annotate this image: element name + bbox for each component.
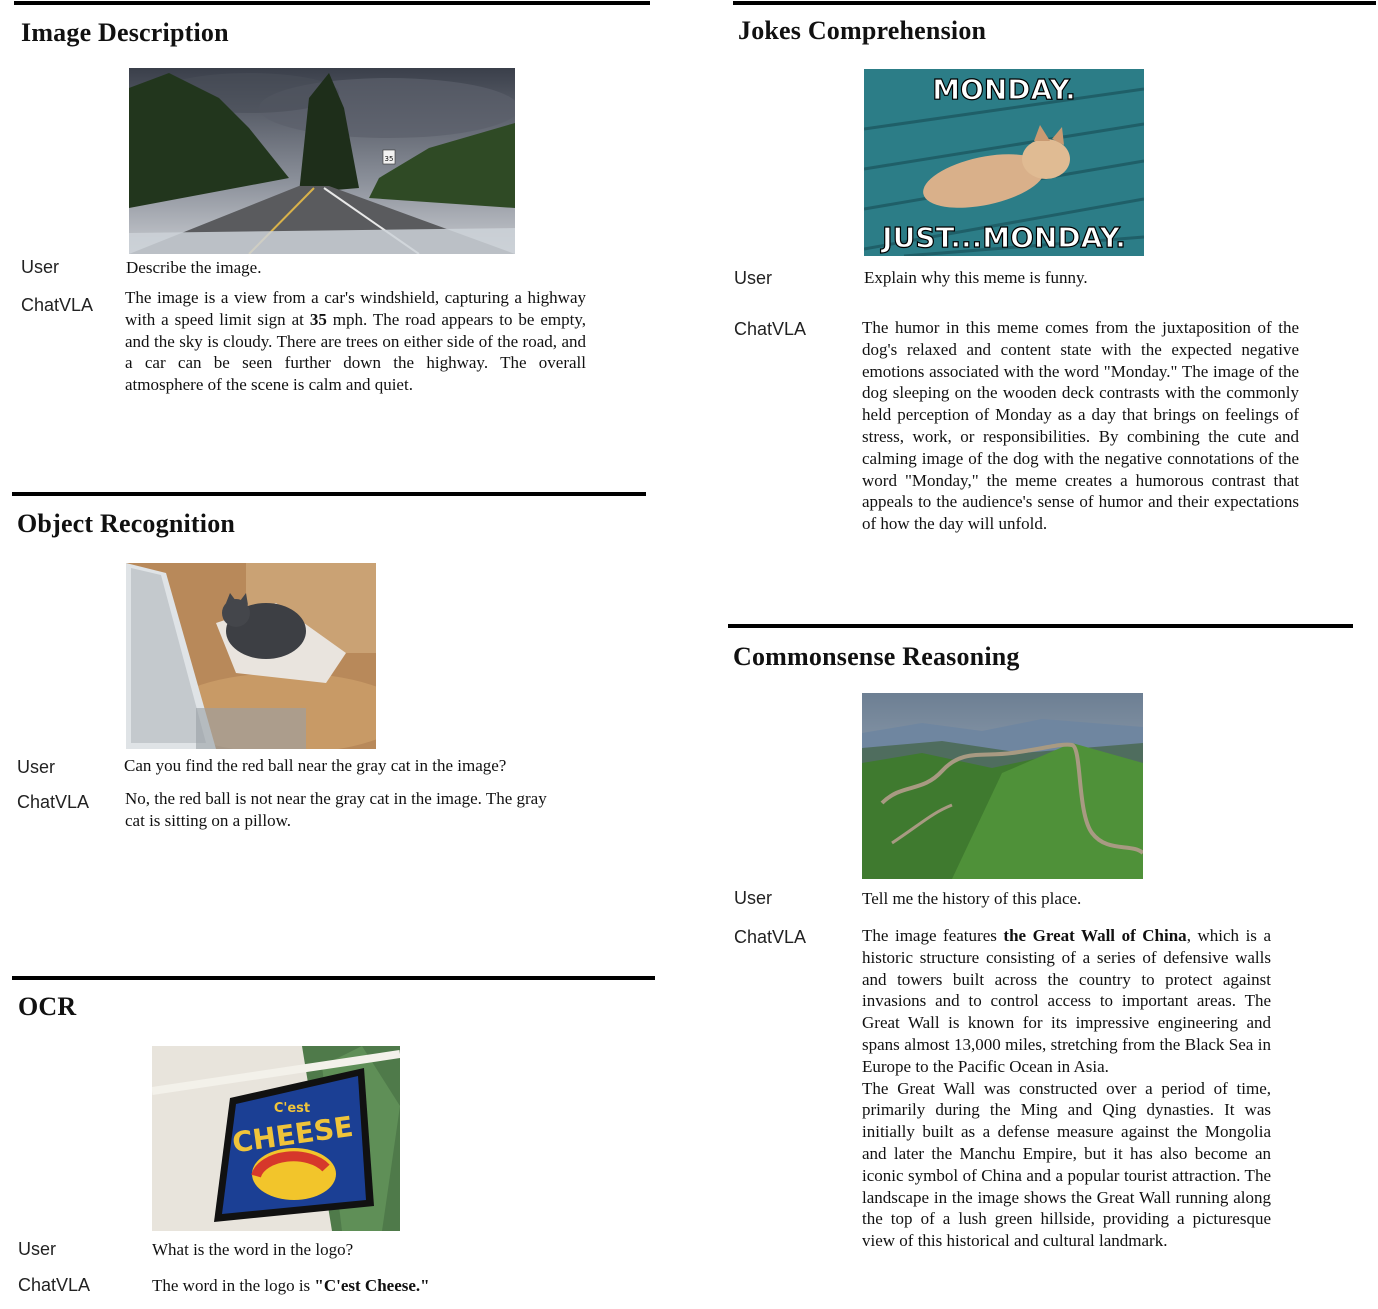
user-prompt-image-description: Describe the image. [126,258,262,277]
model-label-object-recognition: ChatVLA [17,792,90,812]
model-label-commonsense: ChatVLA [734,927,807,947]
section-rule-ocr [12,976,655,980]
monday-meme-image: MONDAY. JUST...MONDAY. [864,69,1144,256]
speed-sign-text: 35 [385,155,394,163]
user-label-object-recognition: User [17,757,56,777]
model-label-jokes: ChatVLA [734,319,807,339]
model-label-ocr: ChatVLA [18,1275,91,1295]
user-label-image-description: User [21,257,60,277]
section-title-image-description: Image Description [21,18,229,47]
user-label-commonsense: User [734,888,773,908]
user-label-ocr: User [18,1239,57,1259]
answer-paragraph-2: The Great Wall was constructed over a pe… [862,1078,1271,1251]
logo-line-1: C'est [274,1101,310,1116]
user-prompt-ocr: What is the word in the logo? [152,1240,354,1259]
answer-ocr: The word in the logo is "C'est Cheese." [152,1276,430,1295]
user-prompt-commonsense: Tell me the history of this place. [862,889,1082,908]
cheese-sign-photo: C'est CHEESE [152,1046,400,1231]
great-wall-photo [862,693,1143,879]
answer-image-description: The image is a view from a car's windshi… [125,288,587,395]
meme-top-text: MONDAY. [932,73,1076,106]
section-title-object-recognition: Object Recognition [17,509,236,538]
road-photo: 35 [129,68,515,254]
answer-commonsense: The image features the Great Wall of Chi… [862,925,1271,1252]
answer-jokes: The humor in this meme comes from the ju… [862,318,1299,534]
section-rule-image-description [14,1,650,5]
answer-paragraph-1: The image features the Great Wall of Chi… [862,926,1271,1076]
cat-photo [126,563,376,749]
meme-bottom-text: JUST...MONDAY. [880,221,1126,254]
section-title-commonsense: Commonsense Reasoning [733,642,1020,671]
section-rule-jokes [733,1,1376,5]
model-label-image-description: ChatVLA [21,295,94,315]
user-prompt-jokes: Explain why this meme is funny. [864,268,1088,287]
section-rule-object-recognition [12,492,646,496]
user-label-jokes: User [734,268,773,288]
section-title-jokes: Jokes Comprehension [738,16,987,45]
section-rule-commonsense [728,624,1353,628]
answer-object-recognition: No, the red ball is not near the gray ca… [125,789,547,830]
user-prompt-object-recognition: Can you find the red ball near the gray … [124,756,507,775]
section-title-ocr: OCR [18,992,77,1021]
